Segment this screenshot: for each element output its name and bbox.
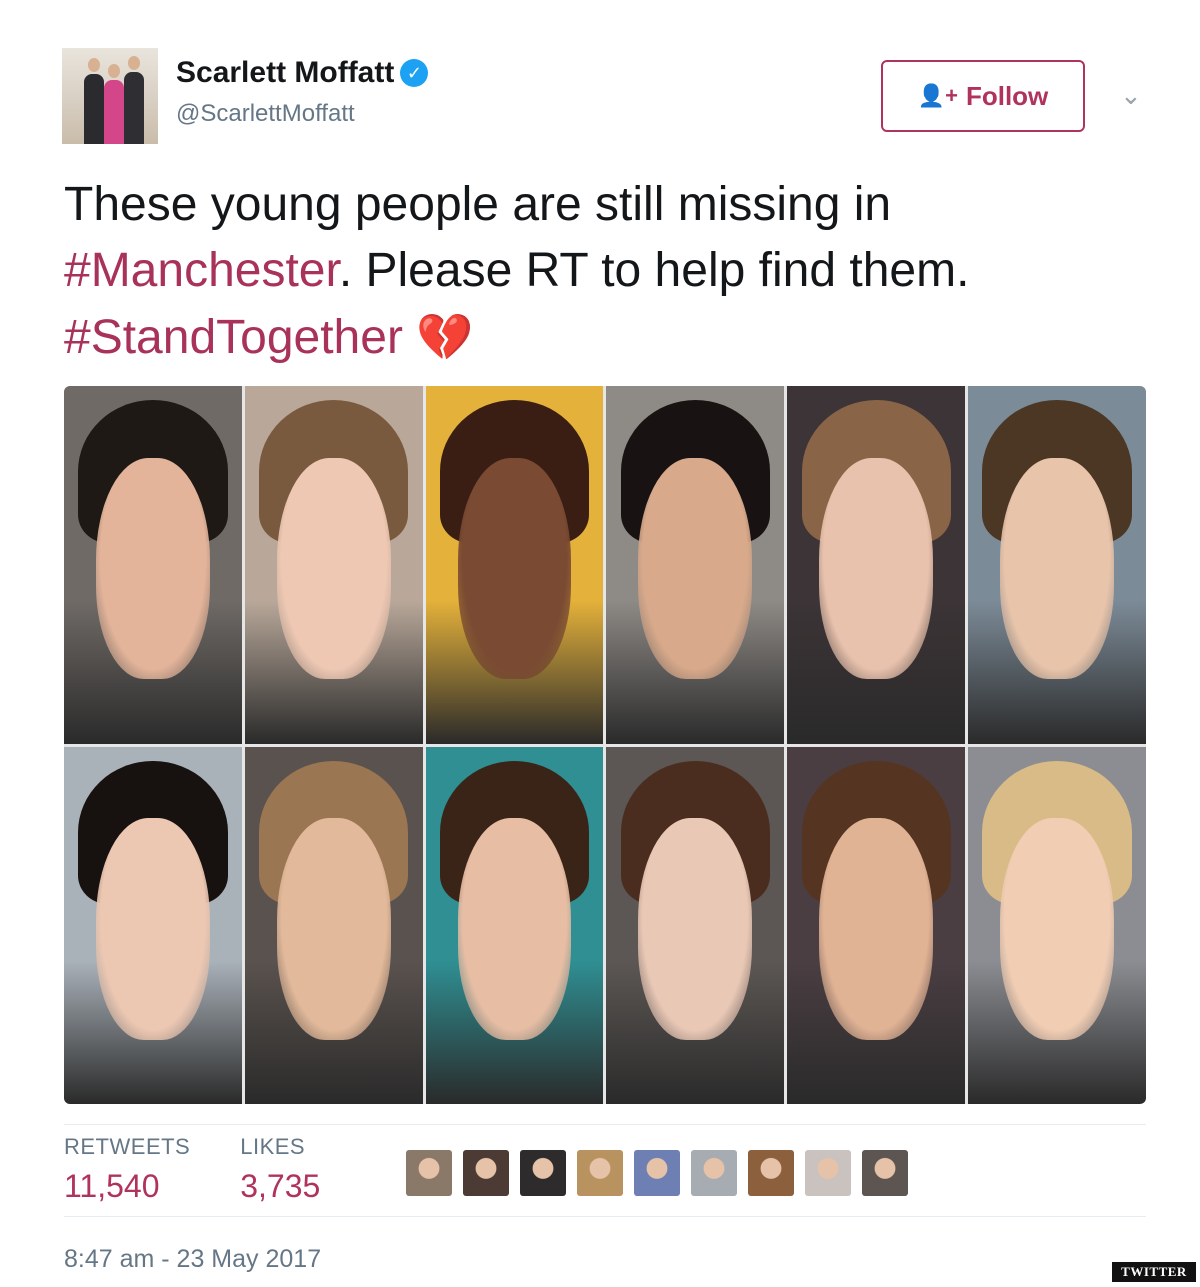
- missing-person-photo[interactable]: [606, 386, 785, 744]
- retweets-stat[interactable]: RETWEETS 11,540: [64, 1134, 190, 1205]
- tweet-stats: RETWEETS 11,540 LIKES 3,735: [64, 1134, 370, 1205]
- missing-person-photo[interactable]: [968, 386, 1146, 744]
- tweet-timestamp[interactable]: 8:47 am - 23 May 2017: [64, 1245, 321, 1274]
- verified-badge-icon: ✓: [400, 59, 429, 87]
- missing-person-photo[interactable]: [64, 746, 242, 1104]
- photo-face: [819, 818, 934, 1040]
- missing-person-photo[interactable]: [968, 746, 1146, 1104]
- avatar-head: [128, 56, 140, 70]
- source-badge: TWITTER: [1112, 1262, 1196, 1282]
- liker-avatar[interactable]: [634, 1150, 680, 1196]
- photo-face: [457, 818, 572, 1040]
- liker-avatar[interactable]: [805, 1150, 851, 1196]
- author-avatar[interactable]: [62, 48, 158, 144]
- follow-button[interactable]: 👤+ Follow: [881, 60, 1085, 132]
- liker-avatar[interactable]: [577, 1150, 623, 1196]
- hashtag-standtogether[interactable]: #StandTogether: [64, 311, 403, 364]
- tweet-line-2: #Manchester. Please RT to help find them…: [64, 238, 1144, 304]
- chevron-down-icon[interactable]: ⌄: [1120, 80, 1142, 111]
- photo-face: [638, 457, 753, 680]
- author-name-row: Scarlett Moffatt ✓: [176, 56, 429, 90]
- photo-face: [276, 457, 391, 680]
- divider: [64, 1124, 1146, 1125]
- liker-avatar[interactable]: [520, 1150, 566, 1196]
- photo-face: [276, 818, 391, 1040]
- avatar-figure: [104, 80, 124, 144]
- author-name[interactable]: Scarlett Moffatt: [176, 56, 394, 90]
- liker-avatar[interactable]: [463, 1150, 509, 1196]
- photo-face: [96, 818, 210, 1040]
- hashtag-manchester[interactable]: #Manchester: [64, 244, 339, 297]
- photo-face: [1000, 457, 1114, 680]
- liker-avatar[interactable]: [862, 1150, 908, 1196]
- avatar-head: [88, 58, 100, 72]
- broken-heart-icon: 💔: [416, 311, 474, 363]
- missing-person-photo[interactable]: [64, 386, 242, 744]
- tweet-line-1: These young people are still missing in: [64, 178, 892, 231]
- retweets-label: RETWEETS: [64, 1134, 191, 1159]
- likes-stat[interactable]: LIKES 3,735: [240, 1134, 320, 1205]
- photo-face: [96, 457, 210, 680]
- missing-person-photo[interactable]: [425, 746, 604, 1104]
- retweets-count: 11,540: [64, 1168, 160, 1204]
- photo-face: [819, 457, 934, 680]
- likes-count: 3,735: [240, 1168, 321, 1204]
- tweet-line-2-text: . Please RT to help find them.: [338, 244, 970, 297]
- missing-person-photo[interactable]: [606, 746, 785, 1104]
- photo-face: [457, 457, 572, 680]
- divider: [64, 1216, 1146, 1217]
- tweet-text: These young people are still missing in …: [64, 172, 1144, 371]
- photo-grid[interactable]: [64, 386, 1146, 1104]
- missing-person-photo[interactable]: [787, 386, 966, 744]
- add-user-icon: 👤+: [917, 83, 958, 108]
- avatar-figure: [124, 72, 144, 144]
- liker-avatar[interactable]: [748, 1150, 794, 1196]
- photo-face: [1000, 818, 1114, 1040]
- likes-label: LIKES: [240, 1134, 306, 1159]
- liker-avatars: [406, 1150, 919, 1196]
- tweet-line-3: #StandTogether 💔: [64, 304, 1144, 371]
- avatar-figure: [84, 74, 104, 144]
- liker-avatar[interactable]: [406, 1150, 452, 1196]
- follow-button-label: Follow: [965, 80, 1049, 111]
- author-handle[interactable]: @ScarlettMoffatt: [176, 100, 355, 128]
- missing-person-photo[interactable]: [787, 746, 966, 1104]
- liker-avatar[interactable]: [691, 1150, 737, 1196]
- missing-person-photo[interactable]: [244, 386, 423, 744]
- avatar-head: [108, 64, 120, 78]
- missing-person-photo[interactable]: [425, 386, 604, 744]
- photo-face: [638, 818, 753, 1040]
- missing-person-photo[interactable]: [244, 746, 423, 1104]
